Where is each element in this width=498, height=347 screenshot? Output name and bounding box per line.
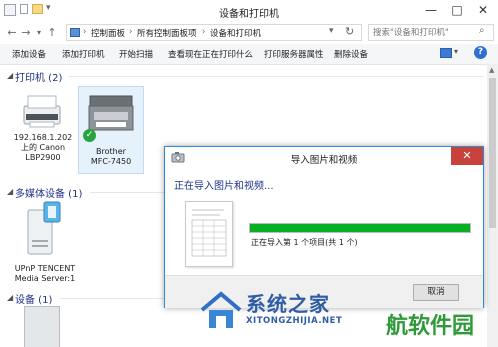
watermark-brand: 系统之家 bbox=[246, 292, 330, 316]
computer-device-icon[interactable] bbox=[24, 306, 60, 347]
up-arrow-icon[interactable]: ↑ bbox=[44, 25, 60, 41]
device-label: Brother bbox=[96, 147, 126, 156]
watermark-domain: XITONGZHIJIA.NET bbox=[246, 316, 343, 326]
command-bar: 添加设备 添加打印机 开始扫描 查看现在正在打印什么 打印服务器属性 删除设备 … bbox=[0, 44, 498, 65]
multifunction-printer-icon bbox=[88, 95, 134, 131]
breadcrumb-devices-printers[interactable]: 设备和打印机 bbox=[210, 27, 261, 39]
device-canon-printer[interactable]: 192.168.1.202 上的 Canon LBP2900 bbox=[10, 86, 76, 174]
dialog-title-bar: 导入图片和视频 ✕ bbox=[165, 147, 483, 167]
search-icon[interactable]: ⌕ bbox=[479, 25, 485, 36]
printers-group-label[interactable]: 打印机 (2) bbox=[15, 69, 62, 84]
scrollbar-thumb[interactable] bbox=[489, 78, 496, 228]
collapse-chevron-icon[interactable]: ◢ bbox=[7, 187, 13, 196]
breadcrumb-all-items[interactable]: 所有控制面板项 bbox=[137, 27, 197, 39]
address-bar-row: ← → ▾ ↑ › 控制面板 › 所有控制面板项 › 设备和打印机 ▾ ↻ ⌕ bbox=[0, 22, 498, 44]
device-upnp-media-server[interactable]: UPnP TENCENT Media Server:1 bbox=[10, 198, 80, 284]
add-printer-button[interactable]: 添加打印机 bbox=[62, 48, 105, 60]
breadcrumb-separator: › bbox=[83, 27, 87, 37]
control-panel-icon bbox=[70, 28, 80, 37]
help-icon[interactable]: ? bbox=[474, 46, 487, 59]
maximize-button[interactable]: □ bbox=[444, 0, 470, 20]
printer-icon bbox=[23, 95, 61, 128]
import-dialog: 导入图片和视频 ✕ 正在导入图片和视频... 正在导入第 1 个项目(共 1 个… bbox=[164, 146, 484, 308]
device-brother-printer[interactable]: ✓ Brother MFC-7450 bbox=[78, 86, 144, 174]
device-label: LBP2900 bbox=[25, 153, 61, 162]
document-preview-icon bbox=[191, 209, 227, 257]
import-progress-bar bbox=[249, 223, 471, 233]
dialog-close-button[interactable]: ✕ bbox=[451, 147, 483, 165]
default-printer-check-icon: ✓ bbox=[83, 129, 96, 142]
breadcrumb-separator: › bbox=[129, 27, 133, 37]
search-input[interactable] bbox=[373, 26, 473, 39]
import-status-text: 正在导入第 1 个项目(共 1 个) bbox=[251, 238, 358, 247]
collapse-chevron-icon[interactable]: ◢ bbox=[7, 293, 13, 302]
device-label: MFC-7450 bbox=[90, 157, 132, 166]
title-bar: ▾ 设备和打印机 — □ ✕ bbox=[0, 0, 498, 23]
address-dropdown-icon[interactable]: ▾ bbox=[329, 26, 334, 36]
group-divider bbox=[90, 192, 164, 193]
watermark: 系统之家 XITONGZHIJIA.NET 航软件园 bbox=[196, 286, 498, 347]
group-divider bbox=[60, 298, 164, 299]
refresh-icon[interactable]: ↻ bbox=[345, 25, 354, 38]
progress-fill bbox=[250, 224, 470, 232]
media-server-icon bbox=[27, 201, 61, 255]
search-box[interactable]: ⌕ bbox=[368, 24, 494, 41]
import-thumbnail bbox=[185, 201, 233, 267]
see-whats-printing-button[interactable]: 查看现在正在打印什么 bbox=[168, 48, 253, 60]
watermark-logo bbox=[200, 291, 242, 328]
watermark-right-text: 航软件园 bbox=[386, 313, 475, 339]
device-label: Media Server:1 bbox=[14, 274, 76, 283]
device-label: 上的 Canon bbox=[20, 143, 66, 152]
address-box[interactable]: › 控制面板 › 所有控制面板项 › 设备和打印机 ▾ ↻ bbox=[66, 24, 362, 41]
add-device-button[interactable]: 添加设备 bbox=[12, 48, 46, 60]
remove-device-button[interactable]: 删除设备 bbox=[334, 48, 368, 60]
device-label: UPnP TENCENT bbox=[14, 264, 76, 273]
devices-group-label[interactable]: 设备 (1) bbox=[15, 291, 52, 306]
device-label: 192.168.1.202 bbox=[13, 133, 73, 142]
print-server-properties-button[interactable]: 打印服务器属性 bbox=[264, 48, 324, 60]
change-view-icon[interactable] bbox=[440, 48, 452, 58]
breadcrumb-control-panel[interactable]: 控制面板 bbox=[91, 27, 125, 39]
minimize-button[interactable]: — bbox=[418, 0, 444, 20]
start-scan-button[interactable]: 开始扫描 bbox=[119, 48, 153, 60]
dialog-title: 导入图片和视频 bbox=[290, 155, 358, 166]
scroll-up-arrow-icon[interactable]: ▲ bbox=[489, 66, 494, 74]
dialog-heading: 正在导入图片和视频... bbox=[174, 181, 274, 192]
view-dropdown-icon[interactable]: ▾ bbox=[454, 47, 458, 56]
close-button[interactable]: ✕ bbox=[470, 0, 496, 20]
group-divider bbox=[68, 76, 484, 77]
breadcrumb-separator: › bbox=[202, 27, 206, 37]
collapse-chevron-icon[interactable]: ◢ bbox=[7, 71, 13, 80]
